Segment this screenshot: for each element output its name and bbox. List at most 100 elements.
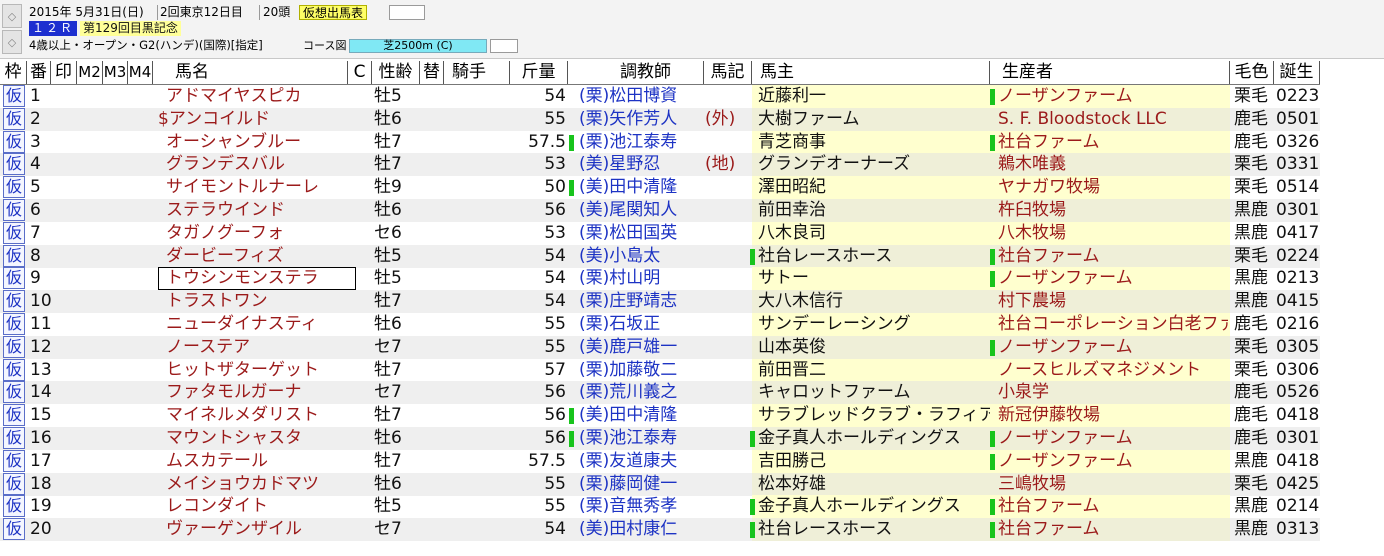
horse-name[interactable]: レコンダイト xyxy=(158,495,356,518)
provisional-waku-button[interactable]: 仮 xyxy=(3,495,25,518)
col-owner[interactable]: 馬主 xyxy=(752,61,990,84)
owner-name[interactable]: 前田晋二 xyxy=(758,359,990,382)
table-row[interactable]: 仮 10 トラストワン 牡7 54 (栗)庄野靖志 大八木信行 村下農場 黒鹿 0415 xyxy=(0,290,1320,314)
next-race-button[interactable]: ◇ xyxy=(2,30,22,54)
breeder-name[interactable]: 三嶋牧場 xyxy=(998,473,1228,496)
trainer-name[interactable]: (美)尾関知人 xyxy=(575,199,709,222)
owner-name[interactable]: キャロットファーム xyxy=(758,381,990,404)
provisional-waku-button[interactable]: 仮 xyxy=(3,153,25,176)
breeder-name[interactable]: ノースヒルズマネジメント xyxy=(998,359,1228,382)
trainer-name[interactable]: (美)田中清隆 xyxy=(575,404,709,427)
horse-name[interactable]: ムスカテール xyxy=(158,450,356,473)
breeder-name[interactable]: ノーザンファーム xyxy=(998,267,1228,290)
table-row[interactable]: 仮 20 ヴァーゲンザイル セ7 54 (美)田村康仁 社台レースホース 社台ファーム 黒鹿 03… xyxy=(0,518,1320,542)
horse-name[interactable]: マウントシャスタ xyxy=(158,427,356,450)
breeder-name[interactable]: 八木牧場 xyxy=(998,222,1228,245)
table-row[interactable]: 仮 16 マウントシャスタ 牡6 56 (栗)池江泰寿 金子真人ホールディングス ノーザンファ… xyxy=(0,427,1320,450)
owner-name[interactable]: サラブレッドクラブ・ラフィアン xyxy=(758,404,990,427)
owner-name[interactable]: 社台レースホース xyxy=(758,245,990,268)
owner-name[interactable]: 吉田勝己 xyxy=(758,450,990,473)
table-row[interactable]: 仮 8 ダービーフィズ 牡5 54 (美)小島太 社台レースホース 社台ファーム 栗毛 0224 xyxy=(0,244,1320,268)
provisional-waku-button[interactable]: 仮 xyxy=(3,518,25,541)
provisional-waku-button[interactable]: 仮 xyxy=(3,221,25,244)
trainer-name[interactable]: (美)田中清隆 xyxy=(575,176,709,199)
horse-name[interactable]: ステラウインド xyxy=(158,199,356,222)
provisional-waku-button[interactable]: 仮 xyxy=(3,176,25,199)
provisional-waku-button[interactable]: 仮 xyxy=(3,335,25,358)
trainer-name[interactable]: (栗)池江泰寿 xyxy=(575,131,709,154)
col-c[interactable]: C xyxy=(348,61,372,84)
horse-name[interactable]: $アンコイルド xyxy=(158,108,348,131)
horse-name[interactable]: アドマイヤスピカ xyxy=(158,85,356,108)
provisional-waku-button[interactable]: 仮 xyxy=(3,244,25,267)
owner-name[interactable]: 澤田昭紀 xyxy=(758,176,990,199)
table-row[interactable]: 仮 7 タガノグーフォ セ6 53 (栗)松田国英 八木良司 八木牧場 黒鹿 0417 xyxy=(0,221,1320,245)
provisional-waku-button[interactable]: 仮 xyxy=(3,107,25,130)
trainer-name[interactable]: (美)鹿戸雄一 xyxy=(575,336,709,359)
horse-name[interactable]: グランデスバル xyxy=(158,153,356,176)
col-m3[interactable]: M3 xyxy=(103,61,128,84)
provisional-waku-button[interactable]: 仮 xyxy=(3,427,25,449)
col-m4[interactable]: M4 xyxy=(128,61,153,84)
horse-name[interactable]: トラストワン xyxy=(158,290,356,313)
breeder-name[interactable]: ノーザンファーム xyxy=(998,427,1228,450)
trainer-name[interactable]: (栗)石坂正 xyxy=(575,313,709,336)
provisional-waku-button[interactable]: 仮 xyxy=(3,199,25,221)
trainer-name[interactable]: (美)田村康仁 xyxy=(575,518,709,541)
table-row[interactable]: 仮 18 メイショウカドマツ 牡6 55 (栗)藤岡健一 松本好雄 三嶋牧場 栗毛 0425 xyxy=(0,472,1320,496)
horse-name[interactable]: ノーステア xyxy=(158,336,356,359)
provisional-waku-button[interactable]: 仮 xyxy=(3,381,25,404)
breeder-name[interactable]: ノーザンファーム xyxy=(998,336,1228,359)
provisional-waku-button[interactable]: 仮 xyxy=(3,358,25,381)
breeder-name[interactable]: 小泉学 xyxy=(998,381,1228,404)
horse-name[interactable]: マイネルメダリスト xyxy=(158,404,356,427)
virtual-entry-button[interactable]: 仮想出馬表 xyxy=(299,5,368,20)
trainer-name[interactable]: (栗)松田博資 xyxy=(575,85,709,108)
owner-name[interactable]: 金子真人ホールディングス xyxy=(758,427,990,450)
provisional-waku-button[interactable]: 仮 xyxy=(3,85,25,107)
trainer-name[interactable]: (栗)藤岡健一 xyxy=(575,473,709,496)
breeder-name[interactable]: S. F. Bloodstock LLC xyxy=(998,108,1228,131)
trainer-name[interactable]: (栗)松田国英 xyxy=(575,222,709,245)
col-coat[interactable]: 毛色 xyxy=(1230,61,1274,84)
provisional-waku-button[interactable]: 仮 xyxy=(3,313,25,335)
horse-name[interactable]: トウシンモンステラ xyxy=(158,267,356,291)
breeder-name[interactable]: 社台ファーム xyxy=(998,131,1228,154)
horse-name[interactable]: ヒットザターゲット xyxy=(158,359,356,382)
provisional-waku-button[interactable]: 仮 xyxy=(3,449,25,472)
horse-name[interactable]: ダービーフィズ xyxy=(158,245,356,268)
table-row[interactable]: 仮 2 $アンコイルド 牡6 55 (栗)矢作芳人 (外) 大樹ファーム S. F. Blood… xyxy=(0,107,1320,131)
col-change[interactable]: 替 xyxy=(420,61,444,84)
table-row[interactable]: 仮 12 ノーステア セ7 55 (美)鹿戸雄一 山本英俊 ノーザンファーム 栗毛 0305 xyxy=(0,335,1320,359)
owner-name[interactable]: 前田幸治 xyxy=(758,199,990,222)
breeder-name[interactable]: ヤナガワ牧場 xyxy=(998,176,1228,199)
horse-name[interactable]: ファタモルガーナ xyxy=(158,381,356,404)
owner-name[interactable]: 八木良司 xyxy=(758,222,990,245)
table-row[interactable]: 仮 3 オーシャンブルー 牡7 57.5 (栗)池江泰寿 青芝商事 社台ファーム 鹿毛 0326 xyxy=(0,130,1320,154)
table-row[interactable]: 仮 13 ヒットザターゲット 牡7 57 (栗)加藤敬二 前田晋二 ノースヒルズマネジメント栗… xyxy=(0,358,1320,382)
owner-name[interactable]: 大八木信行 xyxy=(758,290,990,313)
table-row[interactable]: 仮 19 レコンダイト 牡5 55 (栗)音無秀孝 金子真人ホールディングス 社台ファーム 黒鹿… xyxy=(0,495,1320,519)
col-trainer[interactable]: 調教師 xyxy=(568,61,704,84)
col-waku[interactable]: 枠 xyxy=(0,61,27,84)
trainer-name[interactable]: (栗)村山明 xyxy=(575,267,709,290)
owner-name[interactable]: 大樹ファーム xyxy=(758,108,990,131)
trainer-name[interactable]: (栗)音無秀孝 xyxy=(575,495,709,518)
provisional-waku-button[interactable]: 仮 xyxy=(3,290,25,313)
horse-name[interactable]: メイショウカドマツ xyxy=(158,473,356,496)
col-mark[interactable]: 印 xyxy=(51,61,77,84)
col-m2[interactable]: M2 xyxy=(77,61,103,84)
col-sex-age[interactable]: 性齢 xyxy=(372,61,420,84)
owner-name[interactable]: 山本英俊 xyxy=(758,336,990,359)
horse-name[interactable]: ニューダイナスティ xyxy=(158,313,356,336)
prev-race-button[interactable]: ◇ xyxy=(2,4,22,28)
horse-name[interactable]: オーシャンブルー xyxy=(158,131,356,154)
breeder-name[interactable]: ノーザンファーム xyxy=(998,450,1228,473)
owner-name[interactable]: 松本好雄 xyxy=(758,473,990,496)
table-row[interactable]: 仮 14 ファタモルガーナ セ7 56 (栗)荒川義之 キャロットファーム 小泉学 鹿毛 0526 xyxy=(0,381,1320,405)
provisional-waku-button[interactable]: 仮 xyxy=(3,404,25,427)
trainer-name[interactable]: (栗)庄野靖志 xyxy=(575,290,709,313)
provisional-waku-button[interactable]: 仮 xyxy=(3,267,25,290)
breeder-name[interactable]: 社台コーポレーション白老ファー xyxy=(998,313,1228,336)
trainer-name[interactable]: (栗)矢作芳人 xyxy=(575,108,709,131)
